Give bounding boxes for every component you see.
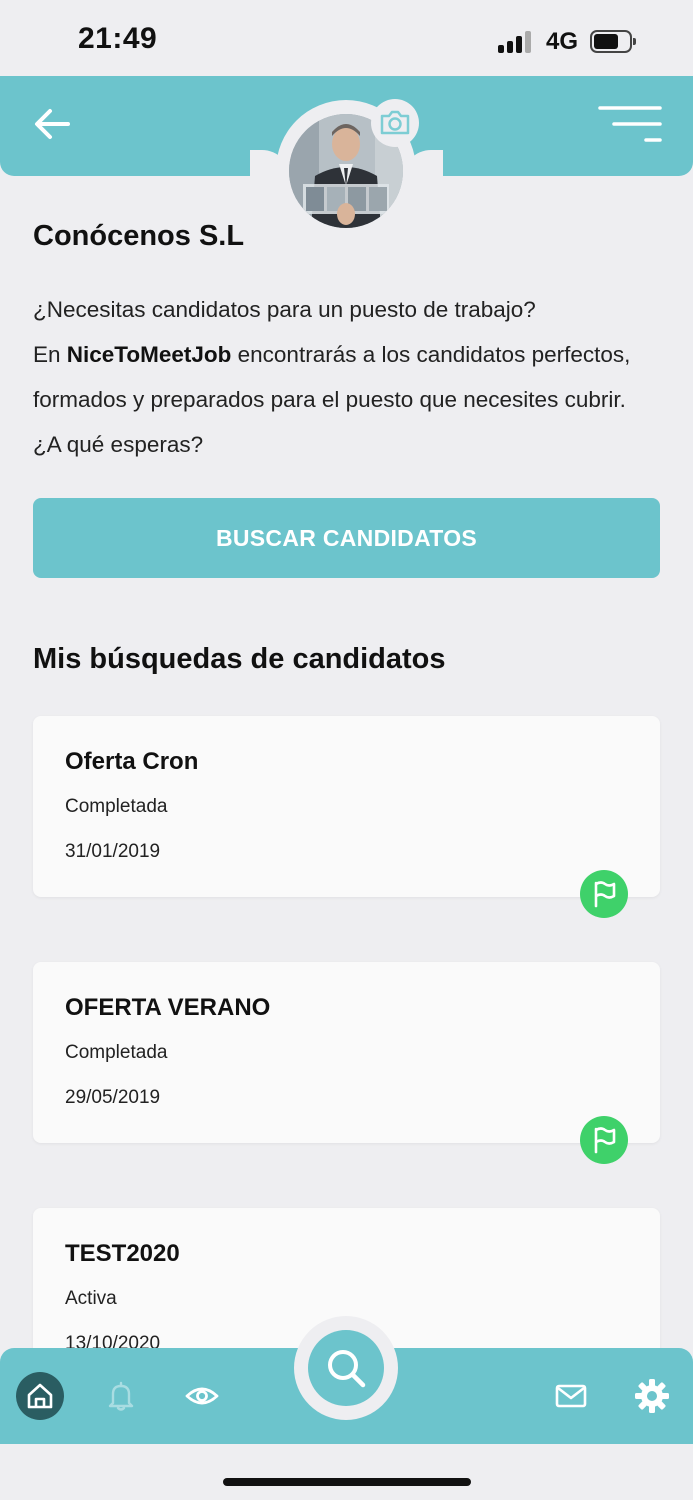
signal-icon [498, 31, 534, 53]
card-status: Completada [65, 796, 168, 817]
search-card[interactable]: Oferta Cron Completada 31/01/2019 [33, 716, 660, 918]
nav-views[interactable] [178, 1372, 226, 1420]
battery-icon [590, 30, 636, 53]
nav-notifications[interactable] [97, 1372, 145, 1420]
gear-icon [635, 1379, 669, 1413]
search-candidates-button[interactable]: BUSCAR CANDIDATOS [33, 498, 660, 578]
nav-messages[interactable] [547, 1372, 595, 1420]
intro-text: ¿Necesitas candidatos para un puesto de … [33, 287, 673, 467]
company-name: Conócenos S.L [33, 220, 245, 252]
intro-line: ¿A qué esperas? [33, 432, 204, 457]
card-status: Completada [65, 1042, 168, 1063]
card-title: Oferta Cron [65, 748, 199, 775]
card-title: OFERTA VERANO [65, 994, 271, 1021]
home-icon [27, 1383, 53, 1409]
status-bar: 21:49 4G [0, 0, 693, 80]
menu-button[interactable] [596, 104, 664, 146]
search-icon [328, 1350, 366, 1388]
status-time: 21:49 [78, 22, 158, 55]
card-date: 31/01/2019 [65, 841, 161, 862]
home-indicator [223, 1478, 471, 1486]
arrow-left-icon [35, 109, 70, 139]
nav-home[interactable] [16, 1372, 64, 1420]
camera-button[interactable] [371, 99, 419, 147]
search-card[interactable]: OFERTA VERANO Completada 29/05/2019 [33, 962, 660, 1164]
mail-icon [555, 1384, 587, 1408]
flag-icon [594, 881, 616, 908]
flag-badge[interactable] [580, 870, 628, 918]
nav-settings[interactable] [628, 1372, 676, 1420]
card-date: 29/05/2019 [65, 1087, 161, 1108]
card-status: Activa [65, 1288, 117, 1309]
menu-icon [598, 106, 662, 142]
section-title: Mis búsquedas de candidatos [33, 643, 446, 675]
brand-name: NiceToMeetJob [66, 342, 232, 367]
intro-line: En NiceToMeetJob encontrarás a los candi… [33, 342, 631, 367]
card-title: TEST2020 [65, 1240, 180, 1267]
search-nav-button[interactable] [308, 1330, 384, 1406]
flag-badge[interactable] [580, 1116, 628, 1164]
network-label: 4G [546, 28, 579, 55]
back-button[interactable] [30, 104, 74, 144]
eye-icon [185, 1387, 219, 1405]
bell-icon [108, 1381, 134, 1411]
intro-line: formados y preparados para el puesto que… [33, 387, 626, 412]
camera-icon [380, 110, 410, 135]
intro-line: ¿Necesitas candidatos para un puesto de … [33, 297, 536, 322]
flag-icon [594, 1127, 616, 1154]
